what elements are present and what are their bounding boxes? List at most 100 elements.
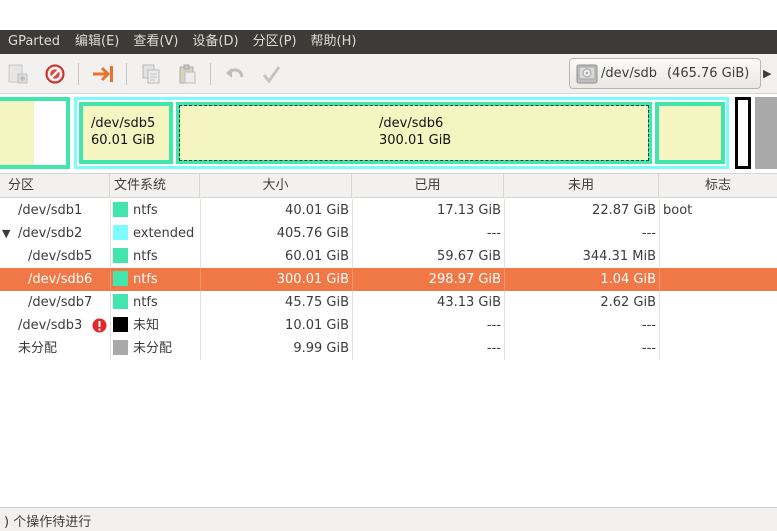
filesystem-color-swatch (113, 294, 128, 309)
filesystem-color-swatch (113, 340, 128, 355)
filesystem-color-swatch (113, 317, 128, 332)
toolbar-separator (126, 63, 127, 85)
undo-icon (226, 68, 244, 78)
partition-size-sdb6: 300.01 GiB (379, 133, 452, 148)
column-header-flags[interactable]: 标志 (659, 174, 777, 198)
unused-value: 1.04 GiB (600, 272, 656, 287)
device-selector[interactable]: /dev/sdb (465.76 GiB) (569, 58, 761, 89)
used-value: --- (486, 318, 501, 333)
menu-view[interactable]: 查看(V) (126, 30, 185, 54)
partition-name: /dev/sdb7 (28, 295, 93, 310)
filesystem-color-swatch (113, 225, 128, 240)
partition-label-sdb6: /dev/sdb6 (379, 116, 444, 131)
filesystem-color-swatch (113, 271, 128, 286)
menu-edit[interactable]: 编辑(E) (68, 30, 126, 54)
filesystem-name: ntfs (133, 203, 158, 218)
used-value: --- (486, 226, 501, 241)
used-value: 43.13 GiB (437, 295, 501, 310)
apply-button[interactable] (258, 62, 284, 86)
device-name: /dev/sdb (601, 66, 657, 81)
filesystem-color-swatch (113, 248, 128, 263)
table-row[interactable]: 未分配 未分配 9.99 GiB --- --- (0, 337, 777, 360)
copy-icon (142, 64, 160, 84)
column-header-partition[interactable]: 分区 (0, 174, 110, 198)
undo-button[interactable] (222, 62, 248, 86)
menu-device[interactable]: 设备(D) (185, 30, 245, 54)
table-row-selected[interactable]: /dev/sdb6 ntfs 300.01 GiB 298.97 GiB 1.0… (0, 268, 777, 291)
partition-name: /dev/sdb1 (18, 203, 83, 218)
unused-value: 22.87 GiB (592, 203, 656, 218)
table-row[interactable]: ▼ /dev/sdb2 extended 405.76 GiB --- --- (0, 222, 777, 245)
size-value: 405.76 GiB (276, 226, 349, 241)
column-header-used[interactable]: 已用 (352, 174, 504, 198)
pending-operations-text: ) 个操作待进行 (4, 515, 92, 530)
paste-button[interactable] (174, 62, 200, 86)
table-row[interactable]: /dev/sdb5 ntfs 60.01 GiB 59.67 GiB 344.3… (0, 245, 777, 268)
used-value: 298.97 GiB (428, 272, 501, 287)
flags-value: boot (663, 203, 693, 218)
column-header-size[interactable]: 大小 (200, 174, 352, 198)
toolbar-separator (210, 63, 211, 85)
copy-button[interactable] (138, 62, 164, 86)
partition-block-unallocated[interactable] (755, 97, 777, 169)
partition-name: /dev/sdb5 (28, 249, 93, 264)
partition-name: 未分配 (18, 341, 58, 356)
partition-unused-area (34, 101, 66, 165)
disk-map: /dev/sdb5 60.01 GiB /dev/sdb6 300.01 GiB (0, 94, 777, 172)
table-row[interactable]: /dev/sdb7 ntfs 45.75 GiB 43.13 GiB 2.62 … (0, 291, 777, 314)
partition-block-sdb1[interactable] (0, 97, 70, 169)
delete-icon (45, 64, 65, 84)
new-partition-icon (8, 64, 28, 84)
delete-button[interactable] (42, 62, 68, 86)
window-top-area (0, 0, 777, 30)
filesystem-name: ntfs (133, 272, 158, 287)
partition-block-sdb7[interactable] (655, 102, 725, 164)
filesystem-color-swatch (113, 202, 128, 217)
partition-name: /dev/sdb2 (18, 226, 83, 241)
unused-value: --- (641, 341, 656, 356)
dropdown-arrow-icon[interactable]: ▶ (763, 64, 777, 84)
table-row[interactable]: /dev/sdb3 未知 10.01 GiB --- --- (0, 314, 777, 337)
unused-value: --- (641, 226, 656, 241)
resize-move-icon (93, 66, 113, 82)
paste-icon (179, 64, 196, 84)
status-bar: ) 个操作待进行 (0, 507, 777, 531)
menu-partition[interactable]: 分区(P) (246, 30, 304, 54)
size-value: 300.01 GiB (276, 272, 349, 287)
used-value: 59.67 GiB (437, 249, 501, 264)
device-size: (465.76 GiB) (666, 66, 750, 81)
used-value: 17.13 GiB (437, 203, 501, 218)
partition-name: /dev/sdb3 (18, 318, 83, 333)
unused-value: 2.62 GiB (600, 295, 656, 310)
table-row[interactable]: /dev/sdb1 ntfs 40.01 GiB 17.13 GiB 22.87… (0, 199, 777, 222)
size-value: 60.01 GiB (285, 249, 349, 264)
new-partition-button[interactable] (4, 62, 30, 86)
warning-icon (92, 318, 107, 333)
used-value: --- (486, 341, 501, 356)
toolbar-separator (78, 63, 79, 85)
partition-table-header: 分区 文件系统 大小 已用 未用 标志 (0, 173, 777, 198)
resize-move-button[interactable] (90, 62, 116, 86)
partition-name: /dev/sdb6 (28, 272, 93, 287)
filesystem-name: 未知 (133, 318, 160, 333)
size-value: 45.75 GiB (285, 295, 349, 310)
apply-icon (262, 66, 281, 84)
expander-icon[interactable]: ▼ (2, 222, 10, 245)
hard-disk-icon (576, 64, 598, 83)
unused-value: --- (641, 318, 656, 333)
partition-block-sdb3[interactable] (735, 97, 751, 169)
menu-help[interactable]: 帮助(H) (304, 30, 364, 54)
partition-size-sdb5: 60.01 GiB (91, 133, 155, 148)
column-header-unused[interactable]: 未用 (504, 174, 659, 198)
size-value: 40.01 GiB (285, 203, 349, 218)
filesystem-name: ntfs (133, 295, 158, 310)
filesystem-name: ntfs (133, 249, 158, 264)
unused-value: 344.31 MiB (582, 249, 656, 264)
app-name: GParted (8, 34, 60, 49)
filesystem-name: extended (133, 226, 195, 241)
filesystem-name: 未分配 (133, 341, 173, 356)
partition-table: /dev/sdb1 ntfs 40.01 GiB 17.13 GiB 22.87… (0, 199, 777, 360)
size-value: 9.99 GiB (293, 341, 349, 356)
column-header-filesystem[interactable]: 文件系统 (110, 174, 200, 198)
size-value: 10.01 GiB (285, 318, 349, 333)
